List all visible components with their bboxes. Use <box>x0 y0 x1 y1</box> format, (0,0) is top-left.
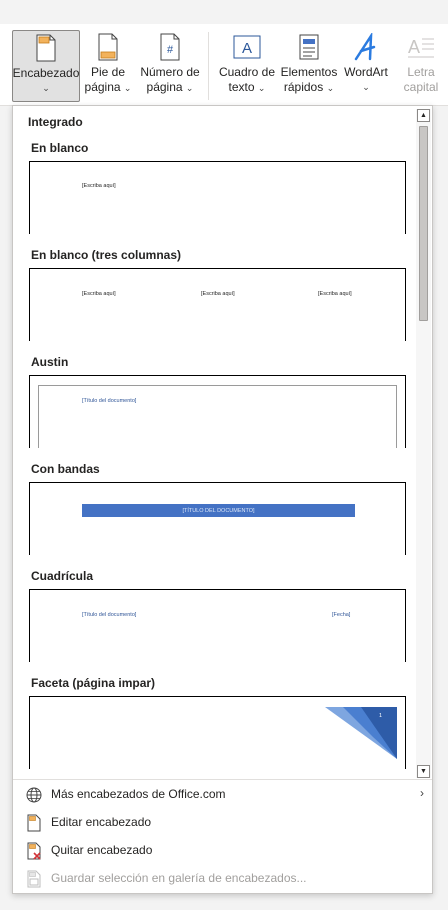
gallery-item-title: En blanco (tres columnas) <box>31 248 182 262</box>
placeholder-text: [Fecha] <box>332 612 351 618</box>
remove-header-icon <box>27 842 41 860</box>
text-box-icon: A <box>232 30 262 64</box>
gallery-item-title: Cuadrícula <box>31 569 94 583</box>
text-box-label-2: texto ⌄ <box>228 80 266 94</box>
scroll-thumb[interactable] <box>419 126 428 321</box>
text-box-label-1: Cuadro de <box>218 65 276 79</box>
svg-text:A: A <box>408 37 420 57</box>
scroll-down-button[interactable]: ▼ <box>417 765 430 778</box>
header-button-label: Encabezado <box>12 66 80 80</box>
placeholder-text: [Título del documento] <box>82 398 137 404</box>
chevron-down-icon: ⌄ <box>185 83 194 93</box>
svg-text:A: A <box>242 40 252 57</box>
globe-icon <box>26 787 42 803</box>
quick-parts-icon <box>298 30 320 64</box>
footer-button-label-1: Pie de <box>90 65 126 79</box>
remove-header-label: Quitar encabezado <box>51 843 153 857</box>
gallery-item-blank[interactable]: [Escriba aquí] <box>29 161 406 234</box>
gallery-item-blank-three-columns[interactable]: [Escriba aquí] [Escriba aquí] [Escriba a… <box>29 268 406 341</box>
gallery-scrollbar[interactable]: ▲ ▼ <box>416 109 431 778</box>
ribbon-separator <box>208 32 209 100</box>
header-button[interactable]: Encabezado ⌄ <box>12 30 80 102</box>
save-selection-label: Guardar selección en galería de encabeza… <box>51 871 307 885</box>
header-menu-options: Más encabezados de Office.com › Editar e… <box>13 779 432 892</box>
page-number-icon: # <box>159 30 181 64</box>
wordart-button[interactable]: WordArt ⌄ <box>340 30 392 102</box>
wordart-icon <box>353 30 379 64</box>
save-selection-to-gallery-item[interactable]: Guardar selección en galería de encabeza… <box>13 864 432 892</box>
placeholder-text: [Título del documento] <box>82 612 137 618</box>
gallery-item-title: Faceta (página impar) <box>31 676 156 690</box>
header-icon <box>35 31 57 65</box>
facet-graphic <box>325 707 397 759</box>
gallery-item-banded[interactable]: [TÍTULO DEL DOCUMENTO] <box>29 482 406 555</box>
insert-ribbon: Encabezado ⌄ Pie de página ⌄ # Número de… <box>0 24 448 106</box>
drop-cap-icon: A <box>406 30 436 64</box>
footer-button-label-2: página ⌄ <box>84 80 132 94</box>
edit-header-item[interactable]: Editar encabezado <box>13 808 432 836</box>
more-headers-office-item[interactable]: Más encabezados de Office.com › <box>13 780 432 808</box>
gallery-category-title: Integrado <box>28 115 83 129</box>
page-number-text: 1 <box>379 713 383 719</box>
more-headers-label: Más encabezados de Office.com <box>51 787 226 801</box>
header-gallery-dropdown: Integrado En blanco [Escriba aquí] En bl… <box>12 105 433 894</box>
save-selection-icon <box>27 870 41 888</box>
footer-icon <box>97 30 119 64</box>
page-number-label-2: página ⌄ <box>146 80 194 94</box>
gallery-item-facet-odd-page[interactable]: 1 <box>29 696 406 769</box>
page-number-button[interactable]: # Número de página ⌄ <box>136 30 204 102</box>
quick-parts-label-1: Elementos <box>280 65 338 79</box>
placeholder-text: [Escriba aquí] <box>201 291 235 297</box>
header-gallery: Integrado En blanco [Escriba aquí] En bl… <box>13 106 416 776</box>
gallery-item-title: Austin <box>31 355 69 369</box>
chevron-down-icon: ⌄ <box>257 83 266 93</box>
svg-text:#: # <box>167 44 174 56</box>
gallery-item-austin[interactable]: [Título del documento] <box>29 375 406 448</box>
page-number-label-1: Número de <box>140 65 200 79</box>
austin-frame <box>38 385 397 448</box>
chevron-down-icon: ⌄ <box>42 83 50 93</box>
placeholder-text: [TÍTULO DEL DOCUMENTO] <box>182 507 255 514</box>
placeholder-text: [Escriba aquí] <box>318 291 352 297</box>
edit-header-icon <box>27 814 41 832</box>
text-box-button[interactable]: A Cuadro de texto ⌄ <box>216 30 278 102</box>
remove-header-item[interactable]: Quitar encabezado <box>13 836 432 864</box>
chevron-down-icon: ⌄ <box>326 83 335 93</box>
band-bar: [TÍTULO DEL DOCUMENTO] <box>82 504 355 517</box>
edit-header-label: Editar encabezado <box>51 815 152 829</box>
drop-cap-label-1: Letra <box>407 65 435 79</box>
chevron-down-icon: ⌄ <box>362 82 370 92</box>
placeholder-text: [Escriba aquí] <box>82 183 116 189</box>
gallery-item-title: En blanco <box>31 141 89 155</box>
quick-parts-button[interactable]: Elementos rápidos ⌄ <box>280 30 338 102</box>
gallery-item-title: Con bandas <box>31 462 100 476</box>
wordart-label: WordArt <box>344 65 388 79</box>
chevron-right-icon: › <box>420 786 424 800</box>
placeholder-text: [Escriba aquí] <box>82 291 116 297</box>
chevron-down-icon: ⌄ <box>123 83 132 93</box>
scroll-up-button[interactable]: ▲ <box>417 109 430 122</box>
footer-button[interactable]: Pie de página ⌄ <box>82 30 134 102</box>
drop-cap-button[interactable]: A Letra capital <box>394 30 448 102</box>
gallery-item-grid[interactable]: [Título del documento] [Fecha] <box>29 589 406 662</box>
quick-parts-label-2: rápidos ⌄ <box>283 80 335 94</box>
drop-cap-label-2: capital <box>403 80 439 94</box>
